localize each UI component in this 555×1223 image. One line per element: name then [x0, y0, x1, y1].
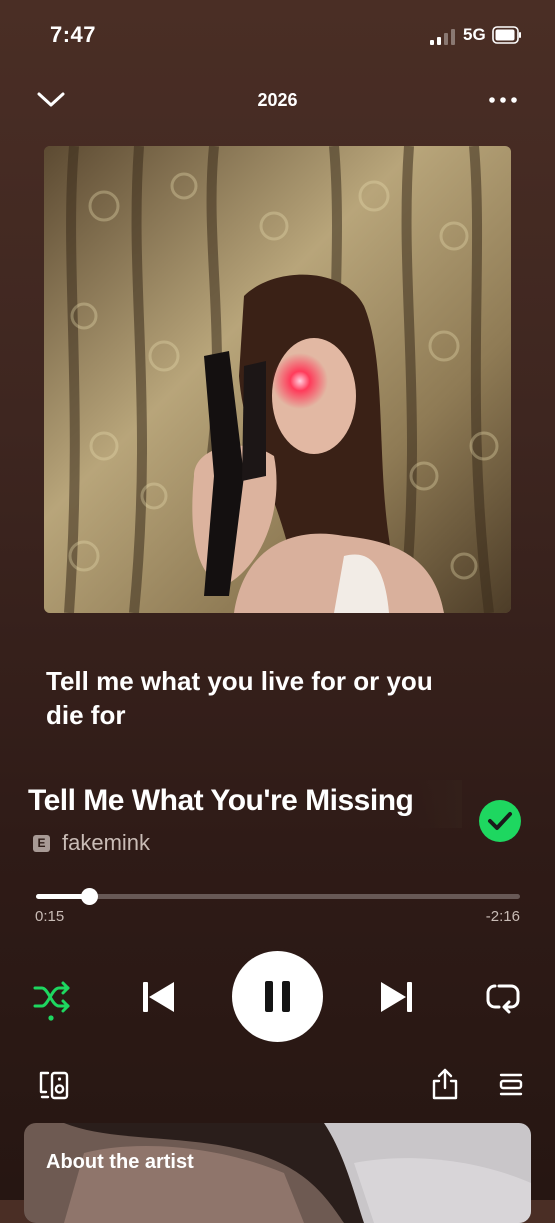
- share-icon[interactable]: [430, 1068, 460, 1100]
- queue-icon[interactable]: [498, 1072, 524, 1098]
- repeat-icon[interactable]: [485, 982, 521, 1014]
- title-fade: [418, 780, 462, 828]
- signal-icon: [430, 29, 455, 45]
- about-artist-title: About the artist: [46, 1151, 194, 1173]
- progress-bar[interactable]: [36, 888, 520, 905]
- album-artwork-image: [44, 146, 511, 613]
- playlist-context-title: 2026: [257, 90, 298, 110]
- previous-icon[interactable]: [140, 978, 178, 1016]
- about-artist-card[interactable]: About the artist: [24, 1123, 531, 1223]
- album-artwork: [44, 146, 511, 613]
- explicit-badge: E: [33, 835, 50, 852]
- pause-icon: [265, 981, 290, 1012]
- liked-check-icon[interactable]: [478, 799, 522, 843]
- remaining-time: -2:16: [485, 908, 520, 925]
- connect-device-icon[interactable]: [38, 1070, 70, 1100]
- track-title[interactable]: Tell Me What You're Missing: [28, 784, 458, 818]
- artist-name[interactable]: fakemink: [62, 830, 150, 856]
- pause-button[interactable]: [232, 951, 323, 1042]
- battery-icon: [492, 26, 521, 44]
- shuffle-icon[interactable]: [32, 980, 72, 1022]
- elapsed-time: 0:15: [35, 908, 65, 925]
- more-icon[interactable]: [487, 92, 519, 108]
- network-label: 5G: [463, 25, 486, 44]
- lyrics-preview[interactable]: Tell me what you live for or you die for: [46, 664, 466, 732]
- progress-knob[interactable]: [81, 888, 99, 905]
- status-time: 7:47: [50, 22, 97, 47]
- next-icon[interactable]: [377, 978, 415, 1016]
